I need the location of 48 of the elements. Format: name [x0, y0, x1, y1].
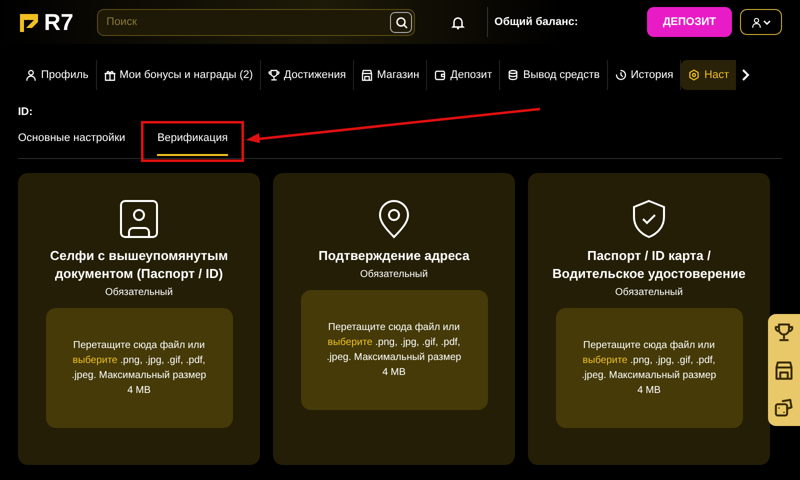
shop-icon	[774, 360, 794, 380]
search-field[interactable]: Поиск	[97, 8, 416, 36]
shop-icon	[360, 69, 373, 81]
profile-nav-tab[interactable]: Достижения	[260, 60, 354, 90]
chevron-right-icon[interactable]	[740, 68, 752, 82]
profile-nav-tab[interactable]: Депозит	[427, 60, 500, 90]
user-icon	[750, 16, 762, 28]
trophy-icon	[268, 69, 280, 81]
account-menu-button[interactable]	[740, 9, 782, 35]
profile-nav-tab[interactable]: Профиль	[18, 60, 96, 90]
caret-icon	[762, 18, 772, 26]
file-drop-zone[interactable]: Перетащите сюда файл или выберите .png, .jpg, .gif, .pdf, .jpeg. Максимальный размер 4 MB	[46, 308, 232, 428]
file-drop-zone[interactable]: Перетащите сюда файл или выберите .png, .jpg, .gif, .pdf, .jpeg. Максимальный размер 4 MB	[300, 290, 488, 410]
history-icon	[614, 69, 627, 81]
choose-file-link[interactable]: выберите	[582, 354, 628, 366]
choose-file-link[interactable]: выберите	[328, 336, 372, 348]
portrait-id-icon	[119, 198, 159, 238]
choose-file-link[interactable]: выберите	[72, 354, 118, 366]
file-drop-zone[interactable]: Перетащите сюда файл или выберите .png, .jpg, .gif, .pdf, .jpeg. Максимальный размер 4 MB	[556, 308, 742, 428]
wallet-icon	[434, 69, 446, 81]
card-title: Паспорт / ID карта / Водительское удостоверение	[551, 246, 747, 282]
required-label: Обязательный	[104, 286, 174, 300]
bell-icon[interactable]	[451, 14, 466, 30]
drop-instructions: Перетащите сюда файл или выберите .png, .jpg, .gif, .pdf, .jpeg. Максимальный размер 4 MB	[326, 320, 462, 380]
search-icon	[394, 16, 408, 28]
card-title: Селфи с вышеупомянутым документом (Паспорт / ID)	[48, 246, 230, 282]
balance-label: Общий баланс:	[494, 14, 578, 30]
profile-nav-tab[interactable]: Наст	[681, 60, 736, 90]
dice-icon	[774, 398, 794, 418]
card-title: Подтверждение адреса	[317, 246, 471, 264]
deposit-button[interactable]: ДЕПОЗИТ	[646, 6, 732, 38]
profile-nav-tab[interactable]: Мои бонусы и награды (2)	[96, 60, 261, 90]
gear-icon	[688, 69, 700, 81]
drop-instructions: Перетащите сюда файл или выберите .png, .jpg, .gif, .pdf, .jpeg. Максимальный размер 4 MB	[582, 338, 716, 398]
required-label: Обязательный	[614, 286, 684, 300]
coin-stack-icon	[507, 69, 520, 81]
gift-icon	[104, 69, 116, 81]
search-button[interactable]	[390, 12, 412, 32]
required-label: Обязательный	[359, 268, 429, 282]
profile-nav-tab[interactable]: Магазин	[354, 60, 428, 90]
logo-text: R7	[44, 8, 74, 37]
drop-instructions: Перетащите сюда файл или выберите .png, .jpg, .gif, .pdf, .jpeg. Максимальный размер 4 MB	[72, 338, 206, 398]
settings-tab[interactable]: Основные настройки	[18, 124, 144, 158]
id-label: ID:	[17, 105, 34, 120]
trophy-icon	[774, 322, 794, 342]
user-icon	[25, 69, 37, 81]
logo-mark-icon	[18, 11, 40, 33]
profile-nav-tab[interactable]: Вывод средств	[500, 60, 608, 90]
